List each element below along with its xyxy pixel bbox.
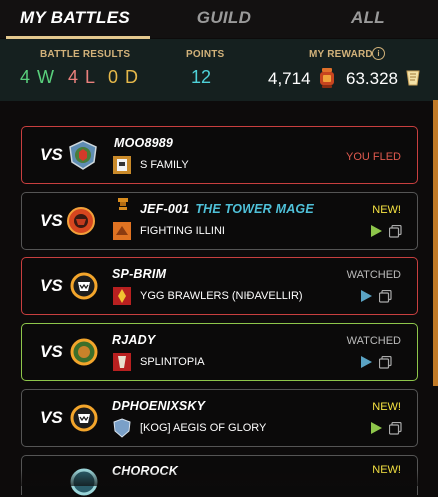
battle-status: NEW! bbox=[372, 204, 401, 216]
list-scrollbar[interactable] bbox=[433, 100, 438, 386]
guild-name: S FAMILY bbox=[140, 159, 189, 171]
opponent-name[interactable]: MOO8989 bbox=[114, 136, 173, 150]
player-avatar bbox=[70, 468, 98, 496]
copy-link-icon[interactable] bbox=[379, 356, 392, 369]
dec-reward-value: 4,714 bbox=[268, 69, 311, 88]
battle-card[interactable]: CHOROCK NEW! bbox=[21, 455, 418, 496]
guild-icon bbox=[113, 156, 131, 174]
vs-label: VS bbox=[40, 276, 63, 295]
opponent-name[interactable]: RJADY bbox=[112, 333, 155, 347]
points-label: POINTS bbox=[186, 49, 225, 60]
guild-icon bbox=[113, 287, 131, 305]
tab-my-battles[interactable]: MY BATTLES bbox=[0, 0, 150, 38]
battle-card[interactable]: VS DPHOENIXSKY [KOG] AEGIS OF GLORY NEW! bbox=[21, 389, 418, 447]
player-avatar bbox=[70, 272, 98, 300]
battle-status: NEW! bbox=[372, 401, 401, 413]
sps-reward-value: 63.328 bbox=[346, 69, 398, 88]
info-icon[interactable]: i bbox=[372, 47, 385, 60]
battle-status: YOU FLED bbox=[345, 151, 401, 163]
points-value: 12 bbox=[191, 67, 212, 87]
rank-trophy-icon bbox=[118, 198, 128, 210]
guild-name: SPLINTOPIA bbox=[140, 356, 205, 368]
opponent-player: RJADY bbox=[112, 333, 156, 347]
guild-name: YGG BRAWLERS (NIÐAVELLIR) bbox=[140, 290, 303, 302]
my-reward-label: MY REWARD bbox=[309, 49, 373, 60]
wins-count: 4 W bbox=[20, 67, 56, 87]
play-replay-icon[interactable] bbox=[359, 289, 373, 303]
vs-label: VS bbox=[40, 211, 63, 230]
opponent-name[interactable]: JEF-001 THE TOWER MAGE bbox=[140, 202, 314, 216]
opponent-name[interactable]: CHOROCK bbox=[112, 464, 178, 478]
sps-token-icon bbox=[406, 70, 420, 86]
opponent-name[interactable]: SP-BRIM bbox=[112, 267, 166, 281]
opponent-player: DPHOENIXSKY bbox=[112, 399, 206, 413]
battle-card[interactable]: VS SP-BRIM YGG BRAWLERS (NIÐAVELLIR) WAT… bbox=[21, 257, 418, 315]
draws-count: 0 D bbox=[108, 67, 140, 87]
battle-results-label: BATTLE RESULTS bbox=[40, 49, 131, 60]
opponent-player: JEF-001 bbox=[140, 202, 190, 216]
opponent-player: MOO8989 bbox=[114, 136, 174, 150]
battle-tabs: MY BATTLES GUILD ALL bbox=[0, 0, 438, 39]
tab-guild[interactable]: GUILD bbox=[150, 0, 298, 38]
guild-icon bbox=[113, 418, 131, 438]
copy-link-icon[interactable] bbox=[389, 225, 402, 238]
copy-link-icon[interactable] bbox=[379, 290, 392, 303]
losses-count: 4 L bbox=[68, 67, 97, 87]
battle-stats-bar: BATTLE RESULTS POINTS MY REWARD i 4 W 4 … bbox=[0, 39, 438, 101]
opponent-player: SP-BRIM bbox=[112, 267, 167, 281]
player-avatar bbox=[67, 207, 95, 235]
battle-card[interactable]: VS JEF-001 THE TOWER MAGE FIGHTING ILLINI… bbox=[21, 192, 418, 250]
battle-card[interactable]: VS MOO8989 S FAMILY YOU FLED bbox=[21, 126, 418, 184]
guild-name: [KOG] AEGIS OF GLORY bbox=[140, 422, 267, 434]
guild-icon bbox=[113, 222, 131, 240]
play-replay-icon[interactable] bbox=[369, 421, 383, 435]
opponent-player: CHOROCK bbox=[112, 464, 178, 478]
vs-label: VS bbox=[40, 342, 63, 361]
player-avatar bbox=[70, 404, 98, 432]
opponent-title: THE TOWER MAGE bbox=[195, 202, 314, 216]
vs-label: VS bbox=[40, 408, 63, 427]
player-avatar bbox=[70, 338, 98, 366]
tab-all[interactable]: ALL bbox=[298, 0, 438, 38]
battle-card[interactable]: VS RJADY SPLINTOPIA WATCHED bbox=[21, 323, 418, 381]
guild-icon bbox=[113, 353, 131, 371]
battle-status: NEW! bbox=[372, 464, 401, 476]
guild-name: FIGHTING ILLINI bbox=[140, 225, 225, 237]
battle-status: WATCHED bbox=[346, 335, 401, 347]
opponent-name[interactable]: DPHOENIXSKY bbox=[112, 399, 205, 413]
dec-token-icon bbox=[320, 68, 334, 88]
vs-label: VS bbox=[40, 145, 63, 164]
play-replay-icon[interactable] bbox=[359, 355, 373, 369]
player-avatar bbox=[69, 140, 97, 170]
copy-link-icon[interactable] bbox=[389, 422, 402, 435]
play-replay-icon[interactable] bbox=[369, 224, 383, 238]
battle-status: WATCHED bbox=[346, 269, 401, 281]
